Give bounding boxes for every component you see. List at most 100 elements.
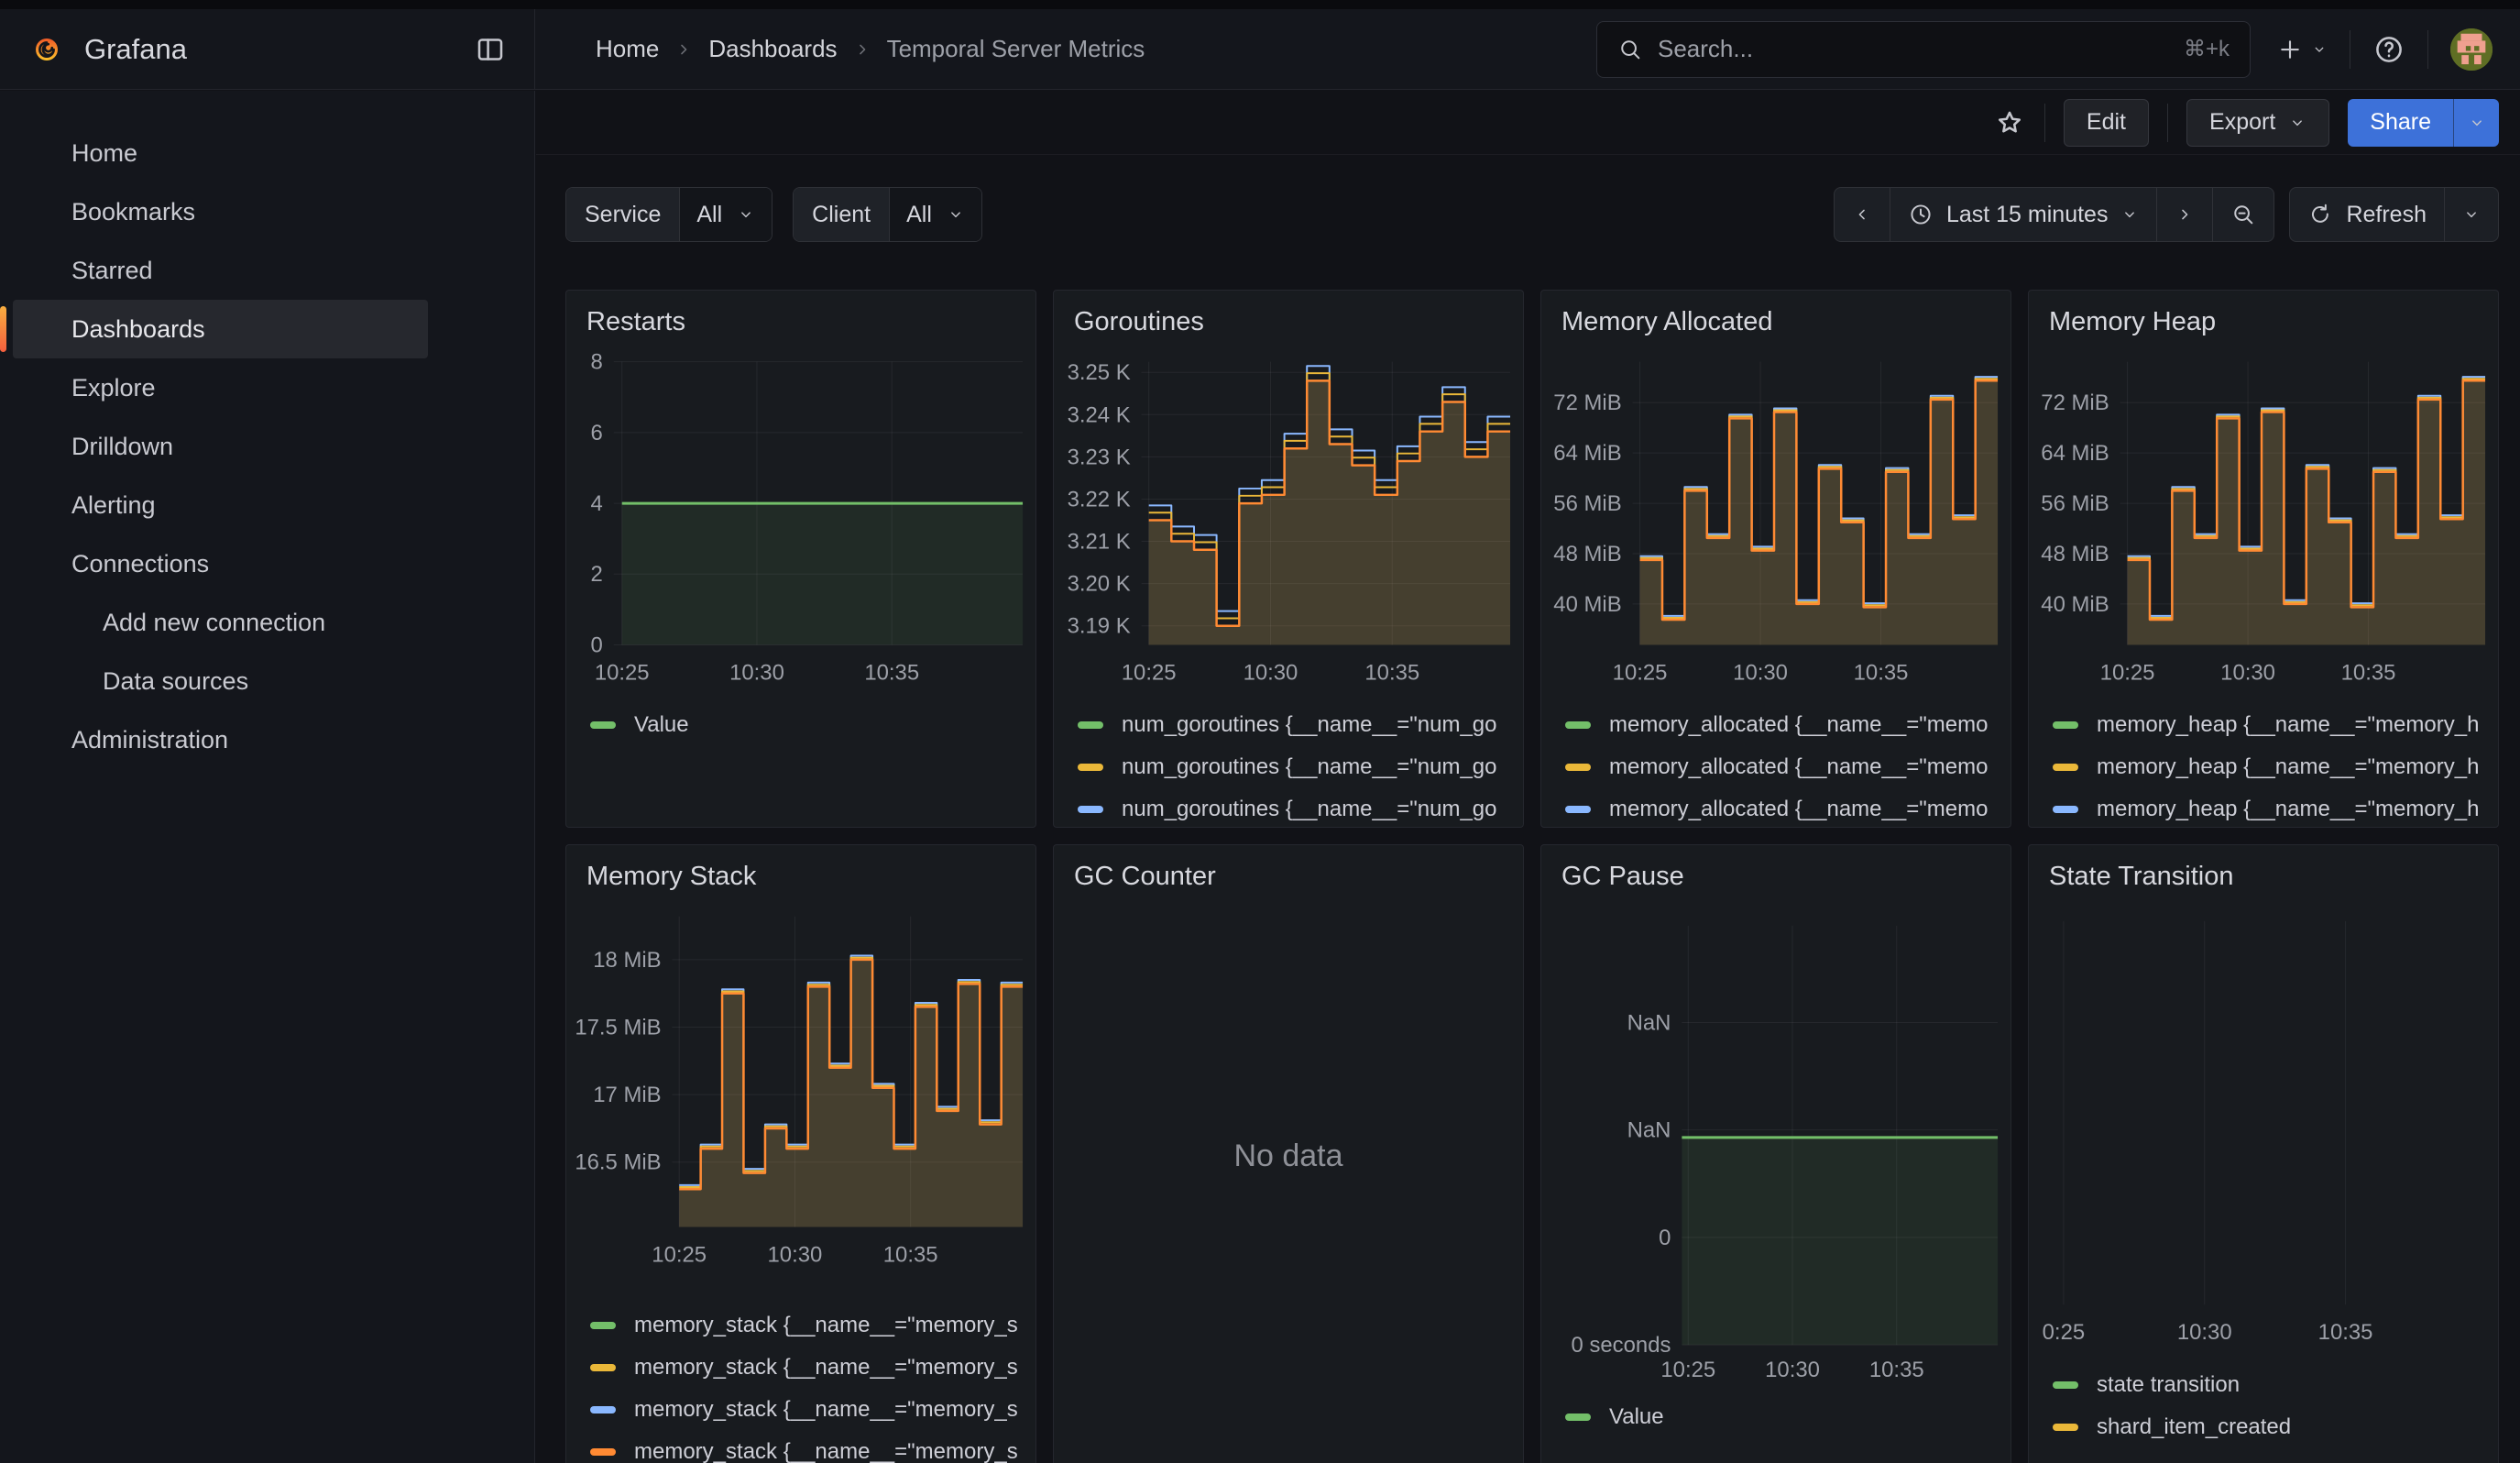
legend-item[interactable]: memory_stack {__name__="memory_s [590, 1304, 1035, 1347]
share-button[interactable]: Share [2348, 99, 2453, 147]
favorite-star-icon[interactable] [1993, 106, 2026, 139]
legend-label: num_goroutines {__name__="num_go [1122, 712, 1497, 738]
panel-title[interactable]: Memory Stack [566, 845, 1035, 897]
sidebar-item-drilldown[interactable]: Drilldown [13, 417, 428, 476]
time-forward-button[interactable] [2157, 188, 2213, 241]
panel-gc-pause: GC Pause10:2510:3010:35NaNNaN00 secondsV… [1540, 844, 2011, 1463]
panel-title[interactable]: GC Pause [1541, 845, 2011, 897]
chart-memory-stack[interactable]: 10:2510:3010:3518 MiB17.5 MiB17 MiB16.5 … [566, 897, 1035, 1301]
svg-text:10:30: 10:30 [2220, 660, 2275, 685]
sidebar-item-starred[interactable]: Starred [13, 241, 428, 300]
edit-button[interactable]: Edit [2064, 99, 2149, 147]
legend-item[interactable]: memory_heap {__name__="memory_h [2053, 746, 2498, 788]
sidebar-item-alerting[interactable]: Alerting [13, 476, 428, 534]
sidebar-item-connections[interactable]: Connections [13, 534, 428, 593]
breadcrumb-dashboards[interactable]: Dashboards [708, 35, 837, 63]
breadcrumb-current: Temporal Server Metrics [887, 35, 1145, 63]
zoom-out-button[interactable] [2213, 188, 2273, 241]
search-input[interactable]: Search... ⌘+k [1596, 21, 2251, 78]
service-filter-value[interactable]: All [680, 188, 772, 241]
legend-item[interactable]: num_goroutines {__name__="num_go [1078, 704, 1523, 746]
svg-text:40 MiB: 40 MiB [2041, 592, 2109, 617]
client-filter[interactable]: Client All [793, 187, 982, 242]
service-filter[interactable]: Service All [565, 187, 772, 242]
export-button[interactable]: Export [2186, 99, 2329, 147]
chart-memory-heap[interactable]: 10:2510:3010:3572 MiB64 MiB56 MiB48 MiB4… [2029, 343, 2498, 700]
legend-label: memory_heap {__name__="memory_h [2097, 797, 2479, 822]
refresh-interval-button[interactable] [2445, 188, 2498, 241]
grafana-logo-icon [33, 36, 60, 63]
svg-text:72 MiB: 72 MiB [1553, 390, 1621, 415]
panel-title[interactable]: Restarts [566, 291, 1035, 343]
legend-swatch [1565, 721, 1591, 729]
legend-item[interactable]: state transition [2053, 1364, 2498, 1406]
panel-title[interactable]: Memory Heap [2029, 291, 2498, 343]
time-back-button[interactable] [1835, 188, 1890, 241]
chevron-down-icon [2462, 205, 2481, 224]
chart-gc-pause[interactable]: 10:2510:3010:35NaNNaN00 seconds [1541, 897, 2011, 1392]
svg-text:10:30: 10:30 [1733, 660, 1788, 685]
share-caret-button[interactable] [2453, 99, 2499, 147]
zoom-out-icon [2230, 202, 2256, 227]
sidebar-item-administration[interactable]: Administration [13, 710, 428, 769]
chart-goroutines[interactable]: 10:2510:3010:353.25 K3.24 K3.23 K3.22 K3… [1054, 343, 1523, 700]
chart-restarts[interactable]: 10:2510:3010:3586420 [566, 343, 1035, 700]
svg-text:64 MiB: 64 MiB [1553, 441, 1621, 466]
legend-swatch [590, 1322, 616, 1329]
legend-item[interactable]: memory_allocated {__name__="memo [1565, 704, 2011, 746]
time-range-picker[interactable]: Last 15 minutes [1890, 188, 2158, 241]
legend-item[interactable]: shard_item_created [2053, 1406, 2498, 1448]
top-actions [2276, 28, 2493, 71]
svg-text:56 MiB: 56 MiB [1553, 491, 1621, 516]
legend-label: memory_heap {__name__="memory_h [2097, 712, 2479, 738]
sidebar-toggle-icon[interactable] [474, 33, 507, 66]
share-split-button: Share [2348, 99, 2499, 147]
chart-memory-allocated[interactable]: 10:2510:3010:3572 MiB64 MiB56 MiB48 MiB4… [1541, 343, 2011, 700]
help-icon[interactable] [2372, 33, 2405, 66]
legend-item[interactable]: Value [590, 704, 1035, 746]
legend-item[interactable]: memory_allocated {__name__="memo [1565, 746, 2011, 788]
legend-item[interactable]: num_goroutines {__name__="num_go [1078, 746, 1523, 788]
legend-item[interactable]: memory_heap {__name__="memory_h [2053, 704, 2498, 746]
sidebar-item-label: Connections [71, 550, 209, 578]
filters-row: Service All Client All Last 15 minutes [565, 187, 2499, 242]
chevron-right-icon [674, 39, 694, 60]
add-menu-button[interactable] [2276, 36, 2328, 63]
panel-title[interactable]: Memory Allocated [1541, 291, 2011, 343]
legend-item[interactable]: memory_heap {__name__="memory_h [2053, 788, 2498, 828]
legend-item[interactable]: memory_stack {__name__="memory_s [590, 1389, 1035, 1431]
legend-item[interactable]: memory_stack {__name__="memory_s [590, 1431, 1035, 1463]
panel-title[interactable]: State Transition [2029, 845, 2498, 897]
sidebar-item-data-sources[interactable]: Data sources [13, 652, 428, 710]
svg-text:10:35: 10:35 [1869, 1358, 1924, 1382]
chevron-down-icon [737, 205, 755, 224]
refresh-button[interactable]: Refresh [2290, 188, 2445, 241]
legend-swatch [590, 1364, 616, 1371]
panel-title[interactable]: Goroutines [1054, 291, 1523, 343]
legend-label: num_goroutines {__name__="num_go [1122, 797, 1497, 822]
avatar[interactable] [2450, 28, 2493, 71]
sidebar-nav: HomeBookmarksStarredDashboardsExploreDri… [0, 91, 535, 1463]
legend-item[interactable]: memory_allocated {__name__="memo [1565, 788, 2011, 828]
panel-state-transition: State Transition0:2510:3010:35state tran… [2028, 844, 2499, 1463]
legend-swatch [1078, 764, 1103, 771]
legend-item[interactable]: memory_stack {__name__="memory_s [590, 1347, 1035, 1389]
sidebar-item-bookmarks[interactable]: Bookmarks [13, 182, 428, 241]
legend-label: memory_stack {__name__="memory_s [634, 1439, 1018, 1463]
legend-item[interactable]: num_goroutines {__name__="num_go [1078, 788, 1523, 828]
svg-text:10:25: 10:25 [1660, 1358, 1715, 1382]
svg-text:0:25: 0:25 [2043, 1320, 2086, 1345]
client-filter-label: Client [794, 188, 890, 241]
sidebar-item-home[interactable]: Home [13, 124, 428, 182]
sidebar-item-dashboards[interactable]: Dashboards [13, 300, 428, 358]
breadcrumb-home[interactable]: Home [596, 35, 659, 63]
sidebar-item-add-new-connection[interactable]: Add new connection [13, 593, 428, 652]
sidebar-item-explore[interactable]: Explore [13, 358, 428, 417]
client-filter-value[interactable]: All [890, 188, 981, 241]
chart-state-transition[interactable]: 0:2510:3010:35 [2029, 897, 2498, 1360]
svg-text:48 MiB: 48 MiB [2041, 542, 2109, 566]
legend-label: memory_heap {__name__="memory_h [2097, 754, 2479, 780]
legend-label: memory_stack {__name__="memory_s [634, 1355, 1018, 1380]
svg-text:10:25: 10:25 [1613, 660, 1668, 685]
legend-item[interactable]: Value [1565, 1396, 2011, 1438]
